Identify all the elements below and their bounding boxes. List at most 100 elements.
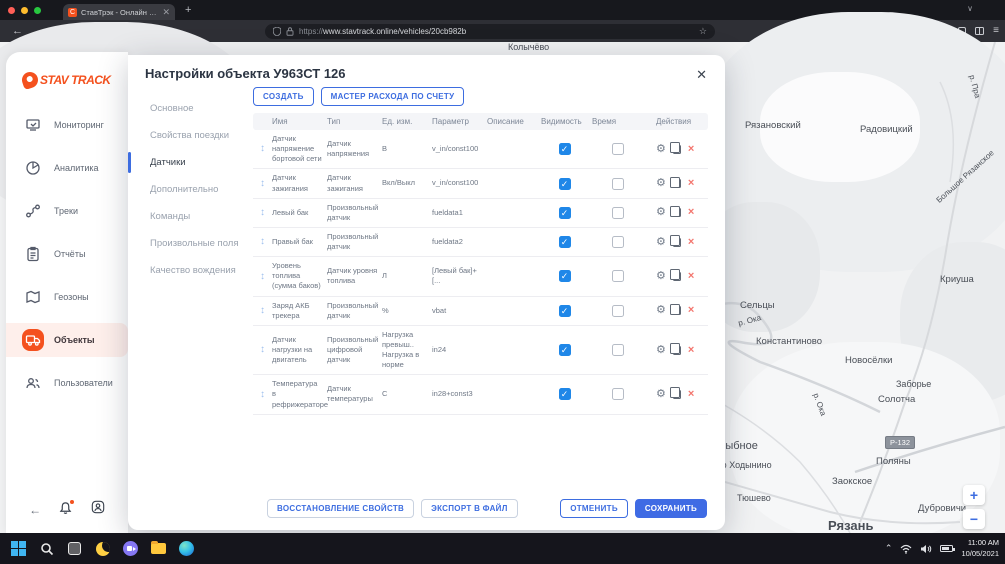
modal-tab-commands[interactable]: Команды xyxy=(128,203,253,230)
delete-icon[interactable]: × xyxy=(688,142,694,157)
sidebar-panel-icon[interactable] xyxy=(975,27,984,35)
visibility-checkbox[interactable]: ✓ xyxy=(559,305,571,317)
sidebar-item-geozones[interactable]: Геозоны xyxy=(6,282,128,312)
browser-tab[interactable]: С СтавТрэк - Онлайн мониторин ✕ xyxy=(63,4,175,20)
visibility-checkbox[interactable]: ✓ xyxy=(559,207,571,219)
copy-icon[interactable] xyxy=(673,179,681,188)
stavtrack-logo[interactable]: STAV TRACK xyxy=(22,72,128,88)
drag-handle-icon[interactable]: ↕ xyxy=(253,142,272,156)
settings-icon[interactable]: ⚙ xyxy=(656,303,666,318)
close-window-button[interactable] xyxy=(8,7,15,14)
delete-icon[interactable]: × xyxy=(688,387,694,402)
address-bar[interactable]: https://www.stavtrack.online/vehicles/20… xyxy=(265,24,715,39)
copy-icon[interactable] xyxy=(673,208,681,217)
sidebar-item-monitoring[interactable]: Мониторинг xyxy=(6,110,128,140)
modal-tab-custom-fields[interactable]: Произвольные поля xyxy=(128,230,253,257)
sidebar-item-objects[interactable]: Объекты xyxy=(6,325,128,355)
tab-search-chevron-icon[interactable]: ∨ xyxy=(967,4,973,13)
settings-icon[interactable]: ⚙ xyxy=(656,235,666,250)
copy-icon[interactable] xyxy=(673,238,681,247)
lock-icon[interactable] xyxy=(286,27,294,36)
battery-icon[interactable] xyxy=(940,545,953,552)
modal-tab-general[interactable]: Основное xyxy=(128,95,253,122)
cancel-button[interactable]: ОТМЕНИТЬ xyxy=(560,499,628,518)
copy-icon[interactable] xyxy=(673,346,681,355)
time-checkbox[interactable] xyxy=(612,344,624,356)
copy-icon[interactable] xyxy=(673,145,681,154)
time-checkbox[interactable] xyxy=(612,270,624,282)
tracking-shield-icon[interactable] xyxy=(273,27,281,36)
profile-icon[interactable] xyxy=(91,500,105,519)
drag-handle-icon[interactable]: ↕ xyxy=(253,304,272,318)
search-icon[interactable] xyxy=(38,540,55,557)
sidebar-item-tracks[interactable]: Треки xyxy=(6,196,128,226)
sidebar-item-reports[interactable]: Отчёты xyxy=(6,239,128,269)
drag-handle-icon[interactable]: ↕ xyxy=(253,206,272,220)
visibility-checkbox[interactable]: ✓ xyxy=(559,236,571,248)
copy-icon[interactable] xyxy=(673,272,681,281)
create-sensor-button[interactable]: СОЗДАТЬ xyxy=(253,87,314,106)
wifi-icon[interactable] xyxy=(900,544,912,554)
drag-handle-icon[interactable]: ↕ xyxy=(253,235,272,249)
copy-icon[interactable] xyxy=(673,306,681,315)
delete-icon[interactable]: × xyxy=(688,176,694,191)
route-icon xyxy=(22,200,44,222)
minimize-window-button[interactable] xyxy=(21,7,28,14)
visibility-checkbox[interactable]: ✓ xyxy=(559,344,571,356)
modal-tab-trip-properties[interactable]: Свойства поездки xyxy=(128,122,253,149)
task-view-icon[interactable] xyxy=(66,540,83,557)
save-button[interactable]: СОХРАНИТЬ xyxy=(635,499,707,518)
time-checkbox[interactable] xyxy=(612,388,624,400)
delete-icon[interactable]: × xyxy=(688,303,694,318)
time-checkbox[interactable] xyxy=(612,305,624,317)
modal-tab-additional[interactable]: Дополнительно xyxy=(128,176,253,203)
edge-browser-icon[interactable] xyxy=(178,540,195,557)
modal-tab-sensors[interactable]: Датчики xyxy=(128,149,253,176)
taskbar-clock[interactable]: 11:00 AM 10/05/2021 xyxy=(961,538,999,558)
map-zoom-in-button[interactable]: + xyxy=(963,485,985,505)
delete-icon[interactable]: × xyxy=(688,235,694,250)
fuel-master-button[interactable]: МАСТЕР РАСХОДА ПО СЧЕТУ xyxy=(321,87,465,106)
drag-handle-icon[interactable]: ↕ xyxy=(253,177,272,191)
map-zoom-out-button[interactable]: − xyxy=(963,509,985,529)
delete-icon[interactable]: × xyxy=(688,343,694,358)
bookmark-star-icon[interactable]: ☆ xyxy=(699,26,707,37)
time-checkbox[interactable] xyxy=(612,207,624,219)
drag-handle-icon[interactable]: ↕ xyxy=(253,270,272,284)
tab-close-icon[interactable]: ✕ xyxy=(162,7,170,18)
copy-icon[interactable] xyxy=(673,390,681,399)
visibility-checkbox[interactable]: ✓ xyxy=(559,178,571,190)
volume-icon[interactable] xyxy=(920,544,932,554)
new-tab-button[interactable]: + xyxy=(185,4,191,16)
settings-icon[interactable]: ⚙ xyxy=(656,343,666,358)
time-checkbox[interactable] xyxy=(612,143,624,155)
delete-icon[interactable]: × xyxy=(688,269,694,284)
visibility-checkbox[interactable]: ✓ xyxy=(559,270,571,282)
drag-handle-icon[interactable]: ↕ xyxy=(253,343,272,357)
browser-menu-icon[interactable]: ≡ xyxy=(993,26,999,36)
settings-icon[interactable]: ⚙ xyxy=(656,142,666,157)
time-checkbox[interactable] xyxy=(612,178,624,190)
settings-icon[interactable]: ⚙ xyxy=(656,269,666,284)
sidebar-item-users[interactable]: Пользователи xyxy=(6,368,128,398)
start-button-icon[interactable] xyxy=(10,540,27,557)
visibility-checkbox[interactable]: ✓ xyxy=(559,388,571,400)
tray-chevron-icon[interactable]: ⌃ xyxy=(885,543,893,554)
notifications-bell-icon[interactable] xyxy=(59,501,72,518)
export-to-file-button[interactable]: ЭКСПОРТ В ФАЙЛ xyxy=(421,499,518,518)
sidebar-item-analytics[interactable]: Аналитика xyxy=(6,153,128,183)
maximize-window-button[interactable] xyxy=(34,7,41,14)
drag-handle-icon[interactable]: ↕ xyxy=(253,388,272,402)
file-explorer-icon[interactable] xyxy=(150,540,167,557)
visibility-checkbox[interactable]: ✓ xyxy=(559,143,571,155)
restore-properties-button[interactable]: ВОССТАНОВЛЕНИЕ СВОЙСТВ xyxy=(267,499,414,518)
modal-tab-driving-quality[interactable]: Качество вождения xyxy=(128,257,253,284)
night-mode-icon[interactable] xyxy=(94,540,111,557)
settings-icon[interactable]: ⚙ xyxy=(656,387,666,402)
chat-icon[interactable] xyxy=(122,540,139,557)
settings-icon[interactable]: ⚙ xyxy=(656,176,666,191)
delete-icon[interactable]: × xyxy=(688,205,694,220)
settings-icon[interactable]: ⚙ xyxy=(656,205,666,220)
collapse-sidebar-icon[interactable]: ← xyxy=(29,503,41,517)
time-checkbox[interactable] xyxy=(612,236,624,248)
